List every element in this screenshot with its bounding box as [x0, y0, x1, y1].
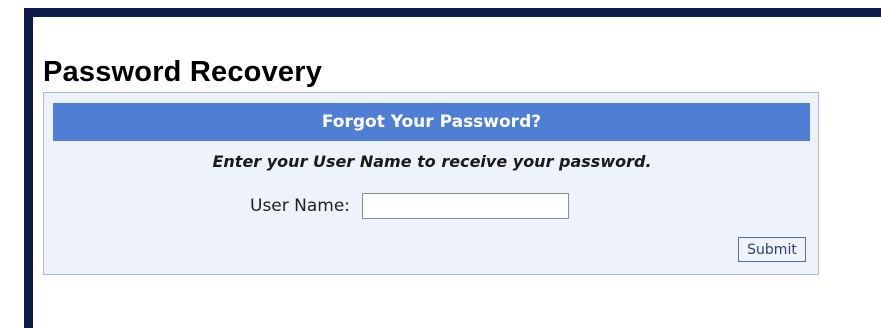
password-recovery-panel: Forgot Your Password? Enter your User Na…: [43, 92, 819, 275]
username-input[interactable]: [362, 193, 570, 219]
page-title: Password Recovery: [43, 56, 323, 88]
instructions-text: Enter your User Name to receive your pas…: [212, 152, 652, 171]
submit-button[interactable]: Submit: [738, 237, 806, 262]
panel-header: Forgot Your Password?: [53, 103, 810, 141]
username-label: User Name:: [250, 196, 351, 216]
username-row: User Name:: [250, 192, 570, 220]
